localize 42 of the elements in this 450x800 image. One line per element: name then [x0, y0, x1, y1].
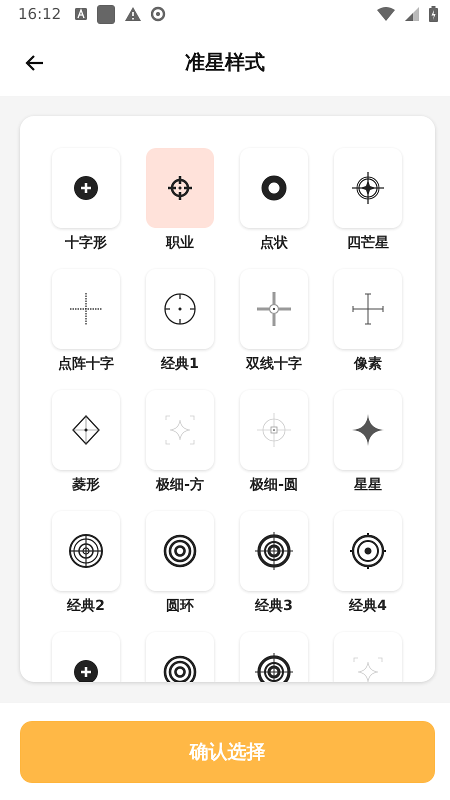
option-label: 经典1 [161, 355, 199, 374]
option-label: 像素 [354, 355, 382, 374]
crosshair-icon [348, 531, 388, 571]
option-label: 经典3 [255, 597, 293, 616]
crosshair-icon [254, 410, 294, 450]
wifi-icon [377, 7, 395, 21]
crosshair-option[interactable] [146, 511, 214, 591]
crosshair-icon [254, 289, 294, 329]
status-time: 16:12 [18, 5, 62, 23]
option-label: 职业 [166, 234, 194, 253]
option-label: 极细-圆 [250, 476, 298, 495]
crosshair-icon [254, 531, 294, 571]
option-label: 菱形 [72, 476, 100, 495]
crosshair-option[interactable] [334, 148, 402, 228]
crosshair-option[interactable] [52, 511, 120, 591]
crosshair-option[interactable] [146, 148, 214, 228]
option-label: 极细-方 [156, 476, 204, 495]
crosshair-option[interactable] [240, 511, 308, 591]
crosshair-option[interactable] [334, 511, 402, 591]
crosshair-icon [254, 652, 294, 682]
notification-icon [97, 4, 116, 24]
notification-icon [151, 6, 168, 22]
option-label: 十字形 [65, 234, 107, 253]
battery-icon [429, 6, 438, 22]
option-label: 点阵十字 [58, 355, 114, 374]
crosshair-option[interactable] [52, 148, 120, 228]
warning-icon [125, 7, 142, 21]
crosshair-option[interactable] [146, 269, 214, 349]
notification-icon [75, 8, 88, 20]
page-title: 准星样式 [185, 48, 265, 76]
confirm-button[interactable]: 确认选择 [20, 720, 435, 782]
option-label: 经典4 [349, 597, 387, 616]
crosshair-icon [66, 531, 106, 571]
option-label: 星星 [354, 476, 382, 495]
crosshair-option[interactable] [334, 390, 402, 470]
signal-icon [405, 7, 419, 21]
option-label: 经典2 [67, 597, 105, 616]
option-label: 四芒星 [347, 234, 389, 253]
option-label: 点状 [260, 234, 288, 253]
option-label: 双线十字 [246, 355, 302, 374]
option-label: 圆环 [166, 597, 194, 616]
crosshair-option[interactable] [240, 148, 308, 228]
